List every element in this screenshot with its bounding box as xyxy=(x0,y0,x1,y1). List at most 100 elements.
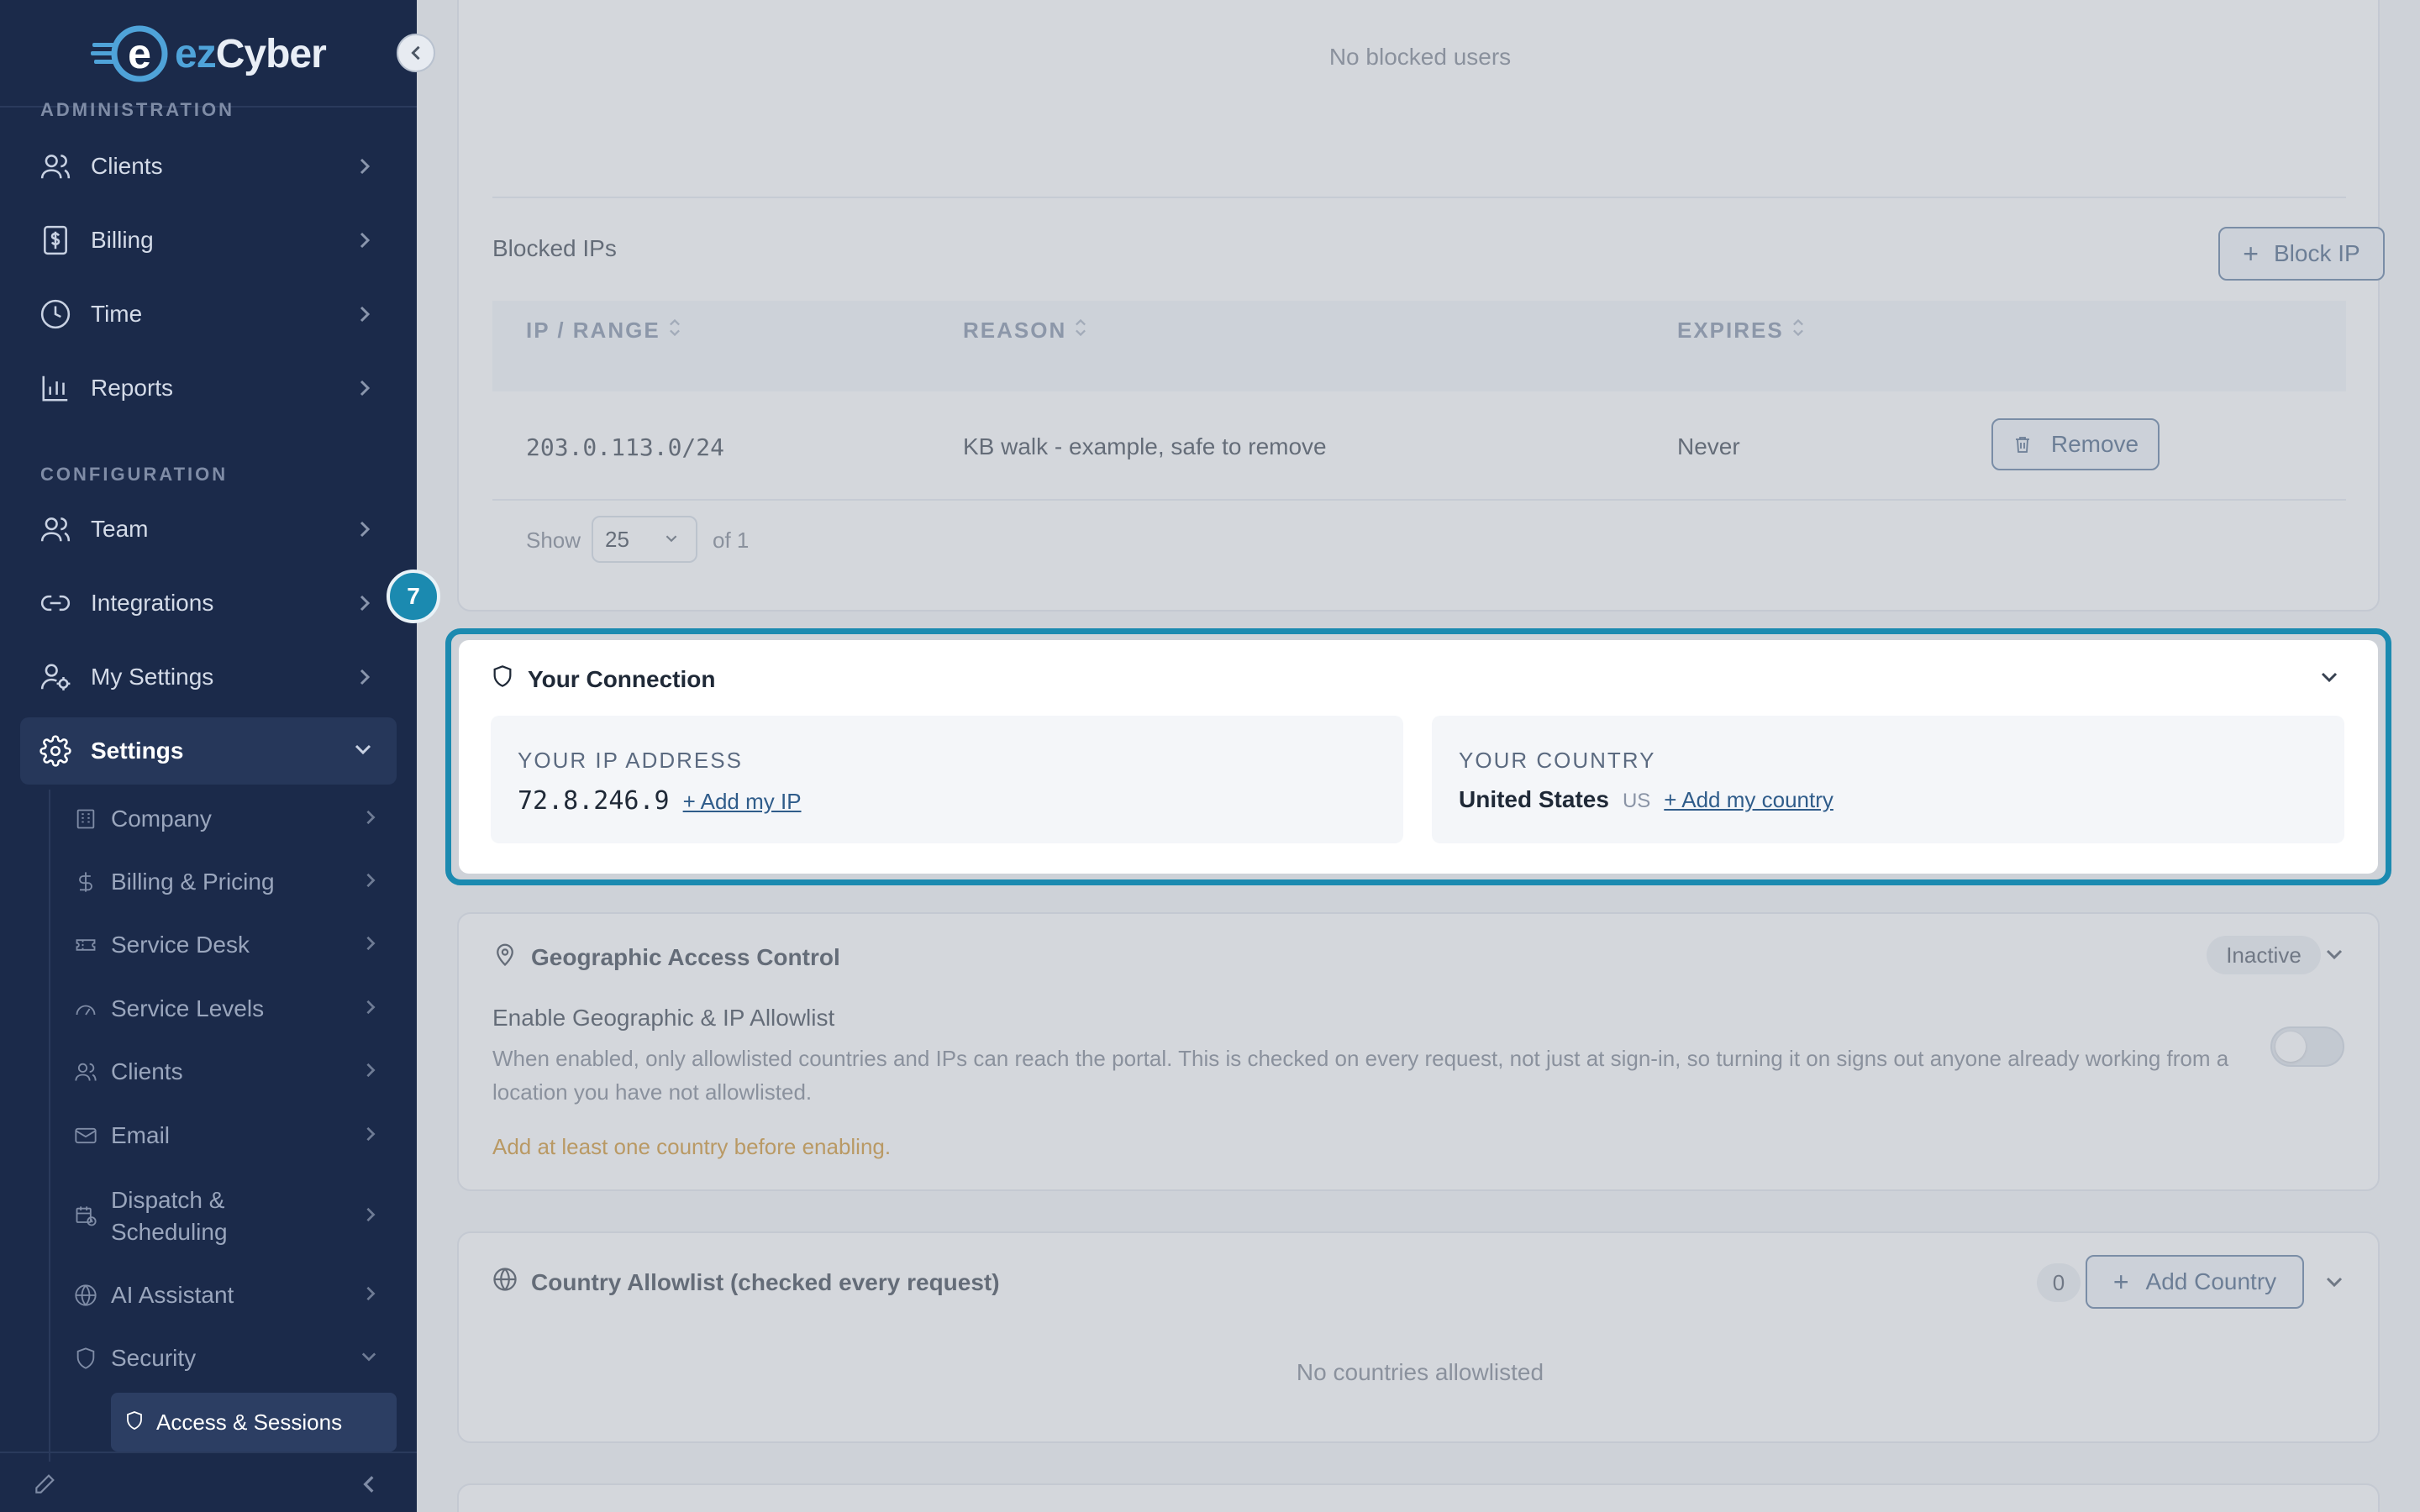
reason-cell: KB walk - example, safe to remove xyxy=(963,433,1327,459)
sidebar-item-team[interactable]: Team xyxy=(20,496,397,563)
your-ip-box: YOUR IP ADDRESS 72.8.246.9 + Add my IP xyxy=(491,716,1403,843)
sort-icon xyxy=(669,318,681,344)
add-my-country-link[interactable]: + Add my country xyxy=(1664,787,1833,813)
geo-access-card: Geographic Access Control Inactive Enabl… xyxy=(457,912,2380,1191)
sidebar-item-integrations[interactable]: Integrations xyxy=(20,570,397,637)
building-icon xyxy=(72,806,99,832)
clock-icon xyxy=(39,297,72,331)
submenu-guide-line xyxy=(49,790,50,1462)
next-card xyxy=(457,1483,2380,1512)
chevron-right-icon xyxy=(356,378,373,402)
svg-text:e: e xyxy=(128,30,151,77)
column-header-reason[interactable]: REASON xyxy=(963,318,1086,344)
sidebar-item-billing[interactable]: Billing xyxy=(20,207,397,274)
chevron-right-icon xyxy=(356,593,373,617)
sidebar-sub-security[interactable]: Security xyxy=(72,1342,392,1374)
chevron-right-icon xyxy=(363,998,378,1021)
table-header xyxy=(492,301,2346,391)
chevron-right-icon xyxy=(363,1061,378,1084)
sidebar-item-reports[interactable]: Reports xyxy=(20,354,397,422)
blocked-users-empty: No blocked users xyxy=(1328,44,1512,70)
geo-allowlist-toggle[interactable] xyxy=(2270,1026,2344,1067)
sidebar-item-my-settings[interactable]: My Settings xyxy=(20,643,397,711)
enable-warning: Add at least one country before enabling… xyxy=(492,1134,892,1159)
country-allowlist-empty: No countries allowlisted xyxy=(1296,1359,1544,1385)
sidebar-sub-company[interactable]: Company xyxy=(72,803,392,835)
table-row: 203.0.113.0/24 KB walk - example, safe t… xyxy=(492,391,2346,501)
connection-title: Your Connection xyxy=(491,664,715,695)
expires-cell: Never xyxy=(1677,433,1740,459)
chevron-down-icon[interactable] xyxy=(2319,669,2339,690)
sort-icon xyxy=(1792,318,1804,344)
enable-allowlist-label: Enable Geographic & IP Allowlist xyxy=(492,1005,835,1031)
chevron-right-icon xyxy=(356,230,373,255)
divider xyxy=(492,197,2346,198)
chevron-down-icon[interactable] xyxy=(2324,946,2344,967)
sidebar-item-clients[interactable]: Clients xyxy=(20,133,397,200)
shield-icon xyxy=(72,1345,99,1372)
calendar-clock-icon xyxy=(72,1203,99,1230)
sort-icon xyxy=(1075,318,1086,344)
users-icon xyxy=(39,150,72,183)
sidebar-sub-service-desk[interactable]: Service Desk xyxy=(72,929,392,961)
shield-icon xyxy=(124,1410,145,1435)
country-allowlist-card: Country Allowlist (checked every request… xyxy=(457,1231,2380,1443)
mail-icon xyxy=(72,1122,99,1149)
section-label-administration: ADMINISTRATION xyxy=(40,99,235,120)
pager-show-label: Show xyxy=(526,528,581,553)
country-allowlist-title: Country Allowlist (checked every request… xyxy=(492,1267,1000,1298)
sidebar-sub-dispatch-scheduling[interactable]: Dispatch & Scheduling xyxy=(72,1184,392,1248)
sidebar-item-time[interactable]: Time xyxy=(20,281,397,348)
sidebar-sub-ai-assistant[interactable]: AI Assistant xyxy=(72,1279,392,1311)
users-icon xyxy=(39,512,72,546)
your-country-value: United States xyxy=(1459,786,1609,812)
ticket-icon xyxy=(72,932,99,958)
pager-of-label: of 1 xyxy=(713,528,750,553)
sidebar-item-settings[interactable]: Settings xyxy=(20,717,397,785)
sidebar-toggle-button[interactable] xyxy=(397,34,435,72)
column-header-expires[interactable]: EXPIRES xyxy=(1677,318,1804,344)
sidebar-sub-service-levels[interactable]: Service Levels xyxy=(72,993,392,1025)
chevron-right-icon xyxy=(363,934,378,957)
sidebar-sub-access-sessions[interactable]: Access & Sessions xyxy=(111,1393,397,1452)
pencil-icon[interactable] xyxy=(32,1470,59,1501)
trash-icon xyxy=(2012,433,2033,455)
plus-icon: + xyxy=(2243,238,2259,269)
collapse-sidebar-icon[interactable] xyxy=(360,1473,378,1499)
globe-icon xyxy=(492,1267,518,1298)
brand-logo[interactable]: e ezCyber xyxy=(91,22,327,86)
country-code: US xyxy=(1622,790,1651,812)
remove-button[interactable]: Remove xyxy=(1991,418,2160,470)
chevron-down-icon[interactable] xyxy=(2324,1273,2344,1294)
your-ip-value: 72.8.246.9 xyxy=(518,786,670,816)
user-gear-icon xyxy=(39,660,72,694)
map-pin-icon xyxy=(492,941,518,974)
chevron-right-icon xyxy=(356,519,373,543)
block-ip-button[interactable]: + Block IP xyxy=(2218,227,2385,281)
page-size-select[interactable]: 25 xyxy=(592,516,697,563)
logo-mark-icon: e xyxy=(91,24,171,83)
geo-title: Geographic Access Control xyxy=(492,941,840,974)
chevron-right-icon xyxy=(363,871,378,894)
add-my-ip-link[interactable]: + Add my IP xyxy=(683,789,802,815)
sidebar-footer xyxy=(0,1452,417,1512)
add-country-button[interactable]: + Add Country xyxy=(2086,1255,2304,1309)
plus-icon: + xyxy=(2112,1266,2129,1297)
sidebar-sub-billing-pricing[interactable]: Billing & Pricing xyxy=(72,866,392,898)
invoice-dollar-icon xyxy=(39,223,72,257)
ip-cell: 203.0.113.0/24 xyxy=(526,433,725,461)
chevron-down-icon xyxy=(353,741,373,762)
gauge-icon xyxy=(72,995,99,1022)
brand-name: ezCyber xyxy=(175,31,327,76)
column-header-ip-range[interactable]: IP / RANGE xyxy=(526,318,681,344)
blocked-card: No blocked users Blocked IPs + Block IP … xyxy=(457,0,2385,612)
dollar-icon xyxy=(72,869,99,895)
sidebar-sub-clients[interactable]: Clients xyxy=(72,1056,392,1088)
your-country-box: YOUR COUNTRY United States US + Add my c… xyxy=(1432,716,2344,843)
shield-icon xyxy=(491,664,514,695)
chevron-right-icon xyxy=(356,667,373,691)
link-icon xyxy=(39,586,72,620)
status-badge: Inactive xyxy=(2207,936,2321,974)
sidebar-sub-email[interactable]: Email xyxy=(72,1120,392,1152)
chevron-down-icon xyxy=(360,1349,378,1368)
